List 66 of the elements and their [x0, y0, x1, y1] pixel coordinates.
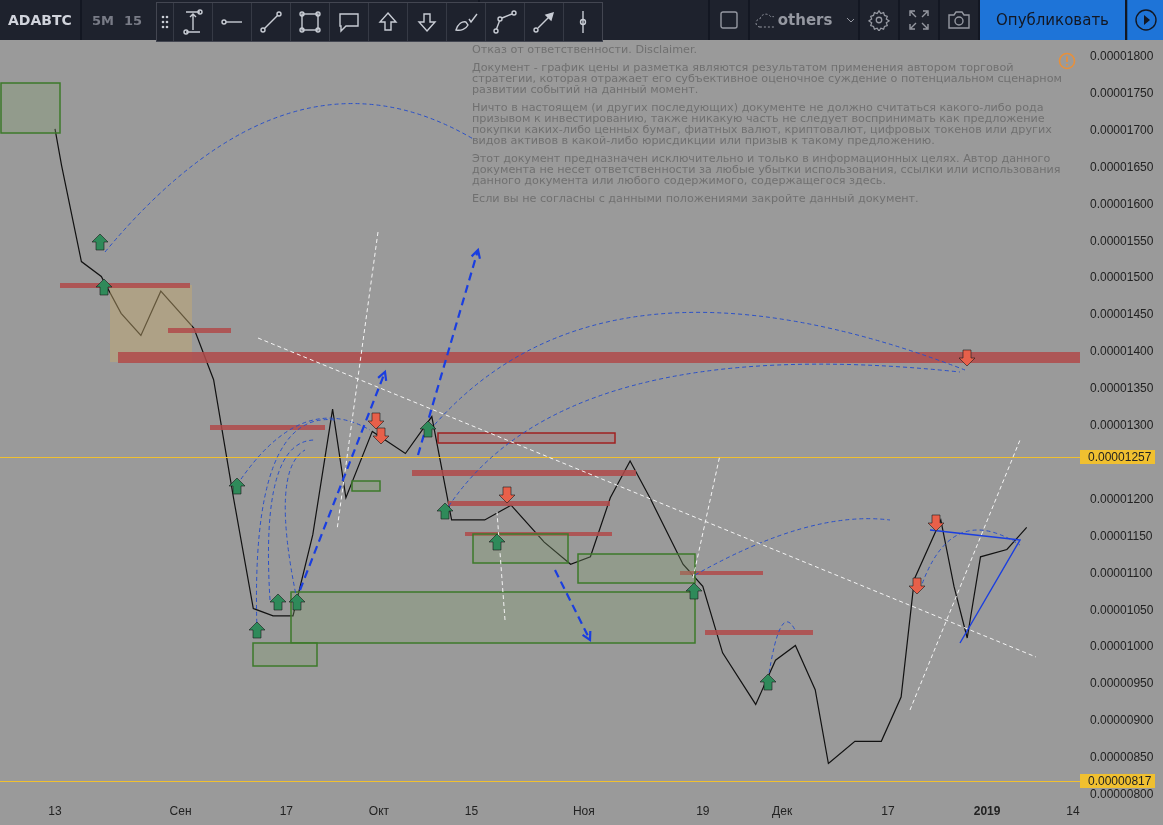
date-label: 17 — [279, 805, 294, 817]
date-label: 2019 — [973, 805, 1001, 817]
cloud-icon — [754, 11, 774, 29]
square-icon[interactable] — [710, 0, 748, 40]
down-arrow-icon — [927, 514, 945, 532]
price-label: 0.00001000 — [1090, 640, 1154, 653]
price-label: 0.00001350 — [1090, 382, 1154, 395]
down-arrow-icon — [958, 349, 976, 367]
up-arrow-icon — [436, 502, 454, 520]
price-label: 0.00001700 — [1090, 123, 1154, 136]
down-arrow-icon — [372, 427, 390, 445]
support-zone — [351, 480, 381, 492]
layout-button[interactable]: others — [750, 0, 858, 40]
price-label: 0.00000950 — [1090, 677, 1154, 690]
price-label: 0.00001550 — [1090, 234, 1154, 247]
interval-button[interactable]: 5M — [90, 12, 116, 28]
camera-icon[interactable] — [940, 0, 978, 40]
up-arrow-icon — [685, 582, 703, 600]
up-arrow-icon — [288, 593, 306, 611]
price-label: 0.00001450 — [1090, 308, 1154, 321]
fullscreen-icon[interactable] — [900, 0, 938, 40]
price-label: 0.00001200 — [1090, 492, 1154, 505]
price-marker: 0.00000817 — [1080, 774, 1156, 788]
up-arrow-icon — [759, 673, 777, 691]
date-label: 15 — [464, 805, 479, 817]
publish-button[interactable]: Опубликовать — [980, 0, 1125, 40]
date-label: Сен — [169, 805, 192, 817]
price-label: 0.00001800 — [1090, 50, 1154, 62]
up-arrow-icon — [248, 621, 266, 639]
settings-icon[interactable] — [860, 0, 898, 40]
price-label: 0.00001150 — [1090, 529, 1153, 542]
down-arrow-icon — [498, 486, 516, 504]
price-label: 0.00001400 — [1090, 345, 1154, 358]
up-arrow-icon — [419, 420, 437, 438]
price-label: 0.00000850 — [1090, 751, 1154, 764]
down-arrow-icon — [908, 577, 926, 595]
price-marker: 0.00001257 — [1080, 450, 1156, 464]
price-label: 0.00001300 — [1090, 419, 1154, 431]
date-label: 19 — [696, 805, 710, 817]
play-icon — [1134, 9, 1157, 31]
price-label: 0.00001600 — [1090, 197, 1154, 210]
up-arrow-icon — [95, 278, 113, 296]
resistance-band — [168, 328, 231, 333]
interval-button[interactable]: 15 — [122, 12, 145, 28]
drag-handle-icon — [161, 15, 169, 29]
date-label: 13 — [48, 805, 62, 817]
up-arrow-icon — [269, 593, 287, 611]
up-arrow-icon — [488, 533, 506, 551]
up-arrow-icon — [91, 233, 109, 251]
price-label: 0.00001650 — [1090, 160, 1154, 173]
price-label: 0.00001500 — [1090, 271, 1154, 284]
up-arrow-icon — [228, 477, 246, 495]
chevron-down-icon — [846, 17, 854, 23]
support-zone — [0, 82, 61, 134]
price-label: 0.00001750 — [1090, 86, 1154, 99]
date-label: 17 — [881, 805, 895, 817]
date-label: Ноя — [572, 805, 595, 817]
date-label: 14 — [1066, 805, 1080, 817]
date-label: Окт — [368, 805, 389, 817]
date-label: Дек — [772, 805, 793, 817]
price-label: 0.00000900 — [1090, 714, 1154, 727]
play-button[interactable] — [1127, 0, 1163, 40]
price-label: 0.00001050 — [1090, 603, 1154, 616]
down-arrow-icon — [367, 412, 385, 430]
price-label: 0.00001100 — [1090, 566, 1153, 579]
price-label: 0.00000800 — [1090, 788, 1154, 800]
